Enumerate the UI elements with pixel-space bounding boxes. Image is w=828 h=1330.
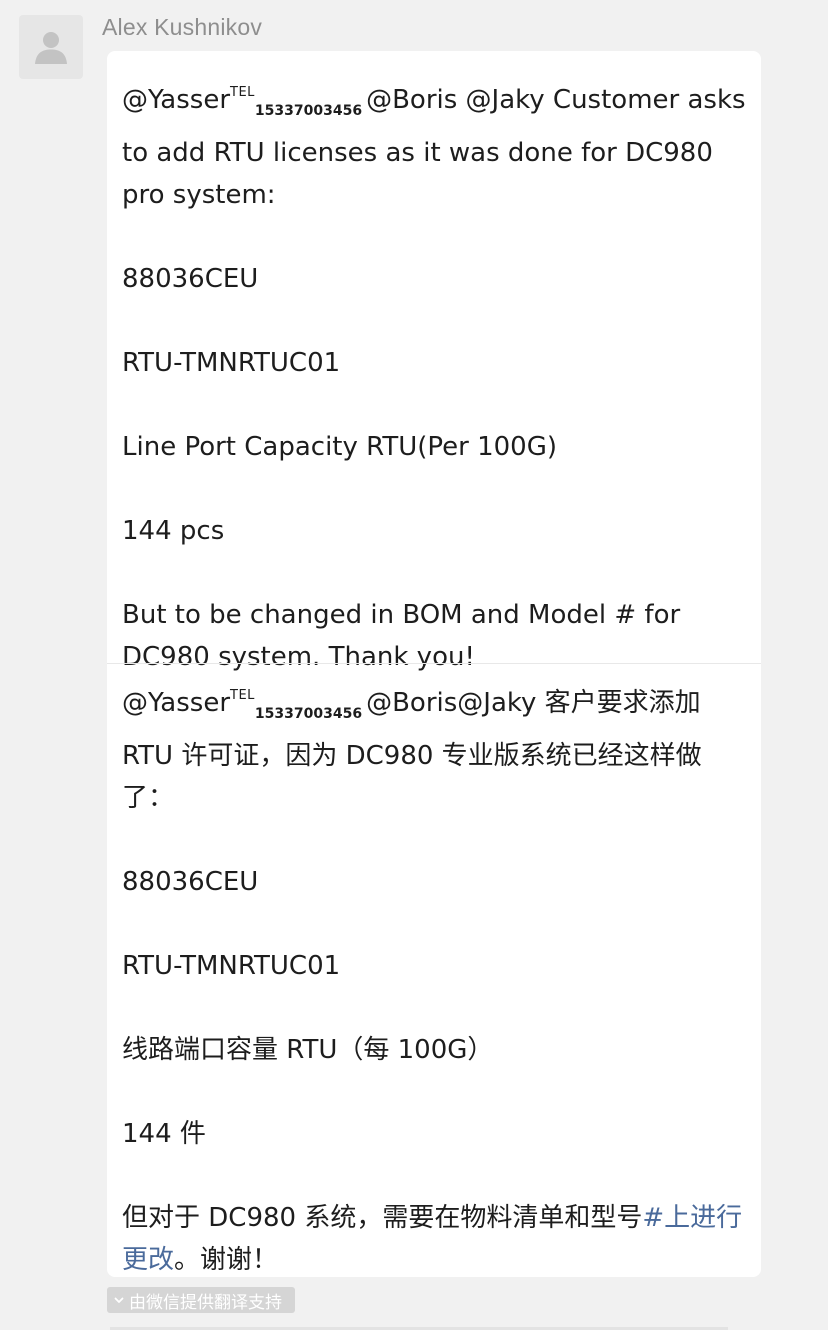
phone-number[interactable]: 15337003456 xyxy=(255,706,362,722)
message-intro: @YasserTEL15337003456 @Boris @Jaky Custom… xyxy=(122,72,749,216)
tel-badge: TEL xyxy=(230,688,255,703)
translated-item-part-number: RTU-TMNRTUC01 xyxy=(122,951,341,981)
item-quantity: 144 pcs xyxy=(122,516,225,546)
item-part-number: RTU-TMNRTUC01 xyxy=(122,348,341,378)
message-bubble[interactable]: @YasserTEL15337003456 @Boris @Jaky Custom… xyxy=(107,51,761,1277)
translation-attribution-label: 由微信提供翻译支持 xyxy=(129,1292,282,1313)
translation-attribution-toggle[interactable]: 由微信提供翻译支持 xyxy=(107,1287,295,1313)
default-user-icon xyxy=(35,32,67,64)
original-message: @YasserTEL15337003456 @Boris @Jaky Custom… xyxy=(122,72,749,678)
sender-avatar[interactable] xyxy=(19,15,83,79)
translated-item-code: 88036CEU xyxy=(122,867,259,897)
sender-name: Alex Kushnikov xyxy=(102,14,263,40)
chevron-down-icon xyxy=(113,1294,125,1306)
tel-badge: TEL xyxy=(230,85,255,100)
item-description: Line Port Capacity RTU(Per 100G) xyxy=(122,432,557,462)
mention-yasser[interactable]: @Yasser xyxy=(122,85,230,115)
translation-divider xyxy=(107,663,761,664)
translated-item-description: 线路端口容量 RTU（每 100G） xyxy=(122,1035,494,1065)
translated-item-quantity: 144 件 xyxy=(122,1119,206,1149)
item-code: 88036CEU xyxy=(122,264,259,294)
translated-message: @YasserTEL15337003456 @Boris@Jaky 客户要求添加 … xyxy=(122,675,749,1281)
translated-intro: @YasserTEL15337003456 @Boris@Jaky 客户要求添加 … xyxy=(122,675,749,819)
mention-yasser[interactable]: @Yasser xyxy=(122,688,230,718)
message-closing: But to be changed in BOM and Model # for… xyxy=(122,600,681,672)
phone-number[interactable]: 15337003456 xyxy=(255,103,362,119)
translated-closing: 但对于 DC980 系统，需要在物料清单和型号#上进行更改。谢谢！ xyxy=(122,1203,743,1275)
